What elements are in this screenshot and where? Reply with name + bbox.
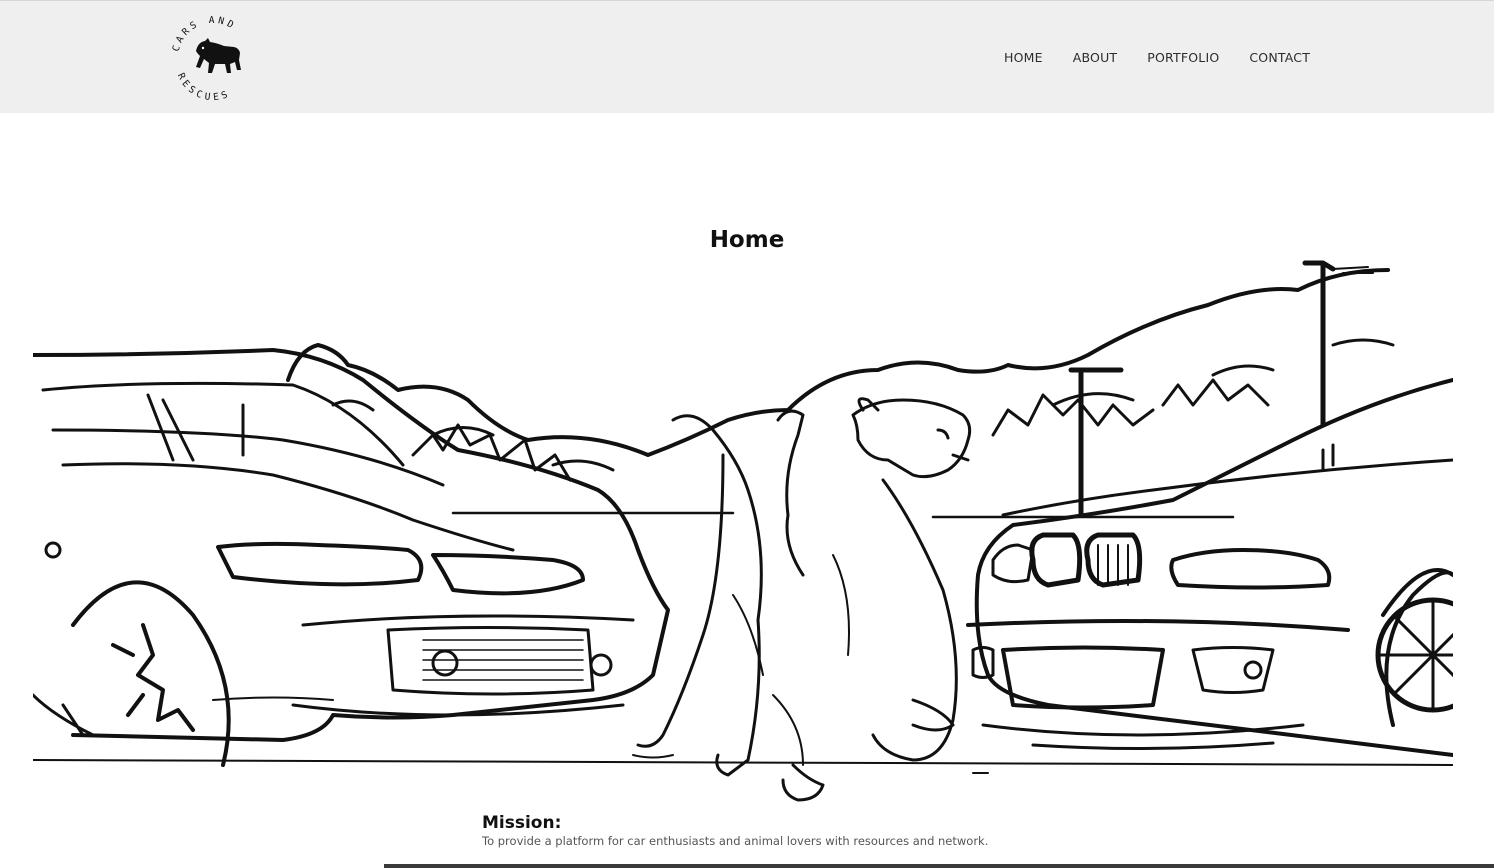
- mission-section: Mission: To provide a platform for car e…: [482, 813, 988, 849]
- nav-portfolio-link[interactable]: PORTFOLIO: [1147, 51, 1219, 65]
- site-logo[interactable]: CARS AND RESCUES: [166, 11, 260, 105]
- svg-text:RESCUES: RESCUES: [175, 71, 233, 103]
- nav-contact-link[interactable]: CONTACT: [1249, 51, 1310, 65]
- dog-icon: CARS AND RESCUES: [171, 15, 241, 103]
- main-nav: HOME ABOUT PORTFOLIO CONTACT: [1004, 51, 1310, 65]
- footer-divider: [384, 864, 1494, 868]
- nav-home-link[interactable]: HOME: [1004, 51, 1043, 65]
- nav-about-link[interactable]: ABOUT: [1073, 51, 1118, 65]
- mission-heading: Mission:: [482, 813, 562, 833]
- mission-text: To provide a platform for car enthusiast…: [482, 834, 989, 848]
- site-header: CARS AND RESCUES HOME ABOUT PORTFOLIO CO…: [0, 0, 1494, 113]
- logo-text-bottom: RESCUES: [175, 71, 229, 103]
- hero-illustration: [33, 255, 1453, 815]
- page-title: Home: [709, 227, 785, 253]
